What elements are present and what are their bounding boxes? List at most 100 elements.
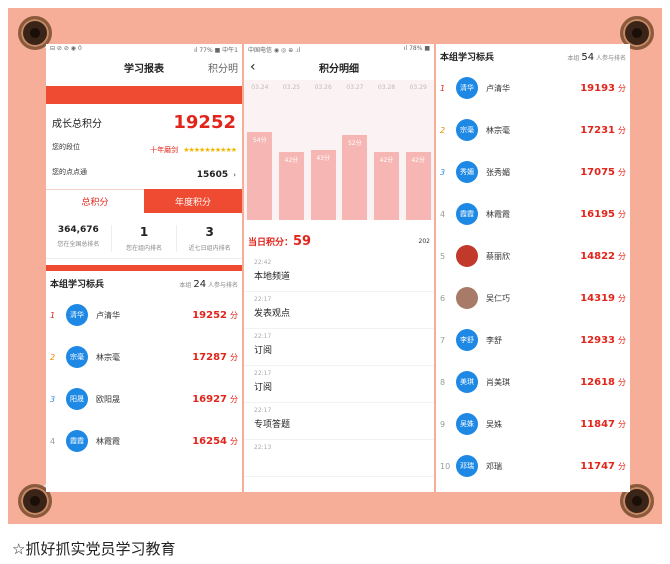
page-title: 积分明细: [319, 63, 359, 75]
member-score: 12933: [580, 334, 615, 346]
log-desc: 订阅: [254, 383, 273, 393]
avatar: [456, 287, 478, 309]
member-name: 蔡丽欣: [486, 251, 510, 261]
rank-number: 7: [440, 335, 446, 345]
log-time: 22:13: [254, 444, 272, 451]
avatar: 邓瑞: [456, 455, 478, 477]
rank-number: 4: [440, 209, 446, 219]
member-score: 17287: [192, 351, 227, 363]
log-item: 22:17 专项答题: [244, 403, 434, 440]
score-unit: 分: [618, 293, 626, 303]
rank-row[interactable]: 4 霞霞 林霞霞 16254 分: [46, 420, 242, 462]
score-unit: 分: [618, 209, 626, 219]
growth-value: 19252: [173, 112, 236, 133]
member-score: 16195: [580, 208, 615, 220]
rank-row[interactable]: 6 吴仁巧 14319 分: [436, 277, 630, 319]
rank-number: 5: [440, 251, 446, 261]
bar-value-label: 43分: [316, 155, 330, 163]
avatar: 霞霞: [66, 430, 88, 452]
rank-row[interactable]: 2 宗毫 林宗毫 17287 分: [46, 336, 242, 378]
tab-year-score[interactable]: 年度积分: [144, 189, 242, 213]
back-arrow-icon[interactable]: ‹: [250, 59, 256, 75]
score-unit: 分: [618, 377, 626, 387]
member-name: 卢清华: [486, 83, 510, 93]
rank-row[interactable]: 7 李舒 李舒 12933 分: [436, 319, 630, 361]
tab-points-detail[interactable]: 积分明: [208, 60, 238, 75]
rank-number: 10: [440, 461, 451, 471]
growth-label: 成长总积分: [52, 119, 102, 130]
section-meta: 本组 54 人参与排名: [567, 52, 626, 63]
rank-row[interactable]: 1 清华 卢清华 19252 分: [46, 294, 242, 336]
member-name: 吴仁巧: [486, 293, 510, 303]
avatar: 秀媚: [456, 161, 478, 183]
date-axis: 03.24 03.25 03.26 03.27 03.28 03.29: [244, 84, 434, 91]
page-title: 学习报表: [124, 63, 164, 75]
section-title: 本组学习标兵: [50, 280, 105, 290]
member-score: 14319: [580, 292, 615, 304]
log-desc: 本地频道: [254, 272, 291, 282]
growth-row: 成长总积分 19252: [46, 112, 242, 133]
rank-row[interactable]: 5 蔡丽欣 14822 分: [436, 235, 630, 277]
avatar: 霞霞: [456, 203, 478, 225]
score-unit: 分: [618, 167, 626, 177]
ranking-stats: 364,676 您在全国总排名 1 您在组内排名 3 近七日组内排名: [46, 225, 242, 259]
study-report-screenshot: ⊟ ⊘ ⊘ ◉ 0 ıl 77% ■ 中午1 学习报表 积分明 成长总积分 19…: [46, 44, 242, 492]
daily-points-chart: 03.24 03.25 03.26 03.27 03.28 03.29 54分 42分 43分…: [244, 80, 434, 220]
member-name: 邓瑞: [486, 461, 502, 471]
score-unit: 分: [618, 251, 626, 261]
rank-number: 8: [440, 377, 446, 387]
log-time: 22:17: [254, 296, 272, 303]
member-name: 李舒: [486, 335, 502, 345]
date-tick: 03.28: [377, 84, 396, 91]
section-header: 本组学习标兵 本组 54 人参与排名: [436, 44, 630, 67]
year-label: 202: [418, 238, 430, 245]
points-row[interactable]: 您的点点通 15605 ›: [46, 162, 242, 181]
level-row: 您的段位 十年磨剑 ★★★★★★★★★★: [46, 137, 242, 156]
member-name: 肖美琪: [486, 377, 510, 387]
rank-row[interactable]: 3 秀媚 张秀媚 17075 分: [436, 151, 630, 193]
points-log-list: 22:42 本地频道 22:17 发表观点 22:17 订阅 22:17 订阅 22:17 专项答…: [244, 255, 434, 477]
log-item: 22:42 本地频道: [244, 255, 434, 292]
rank-row[interactable]: 4 霞霞 林霞霞 16195 分: [436, 193, 630, 235]
date-tick: 03.25: [282, 84, 301, 91]
avatar: 宗毫: [456, 119, 478, 141]
stat-label: 您在组内排名: [126, 245, 163, 252]
nav-bar: ‹ 积分明细: [244, 54, 434, 80]
stat-value: 364,676: [57, 225, 99, 235]
log-time: 22:42: [254, 259, 272, 266]
member-name: 张秀媚: [486, 167, 510, 177]
tab-total-score[interactable]: 总积分: [46, 189, 144, 213]
stat-group-rank: 1 您在组内排名: [112, 225, 178, 252]
rank-row[interactable]: 9 吴姝 吴姝 11847 分: [436, 403, 630, 445]
member-score: 19252: [192, 309, 227, 321]
rank-number: 2: [50, 352, 56, 362]
rank-row[interactable]: 2 宗毫 林宗毫 17231 分: [436, 109, 630, 151]
score-unit: 分: [230, 394, 238, 404]
log-desc: 订阅: [254, 346, 273, 356]
level-label: 您的段位: [52, 142, 80, 151]
score-tabs: 总积分 年度积分: [46, 189, 242, 213]
points-detail-screenshot: 中国电信 ◉ ◎ ⊕ .ıl ıl 78% ■ ‹ 积分明细 03.24 03.2…: [244, 44, 434, 492]
status-left: ⊟ ⊘ ⊘ ◉ 0: [50, 45, 82, 52]
rank-number: 3: [440, 167, 446, 177]
stat-label: 近七日组内排名: [188, 245, 231, 252]
group-ranking-screenshot: 本组学习标兵 本组 54 人参与排名 1 清华 卢清华 19193 分 2 宗毫 林宗毫 172…: [436, 44, 630, 492]
header-banner: [46, 86, 242, 104]
log-time: 22:17: [254, 370, 272, 377]
rank-row[interactable]: 10 邓瑞 邓瑞 11747 分: [436, 445, 630, 487]
rank-row[interactable]: 3 阳晟 欧阳晟 16927 分: [46, 378, 242, 420]
log-time: 22:17: [254, 407, 272, 414]
date-tick: 03.29: [409, 84, 427, 91]
member-score: 16927: [192, 393, 227, 405]
rank-list: 1 清华 卢清华 19193 分 2 宗毫 林宗毫 17231 分 3 秀媚 张秀媚 17075 分 4 霞霞林…: [436, 67, 630, 487]
rank-row[interactable]: 1 清华 卢清华 19193 分: [436, 67, 630, 109]
stat-national-rank: 364,676 您在全国总排名: [46, 225, 112, 252]
stat-value: 1: [139, 225, 149, 239]
log-item: 22:13: [244, 440, 434, 477]
rank-number: 1: [50, 310, 56, 320]
rank-row[interactable]: 8 美琪 肖美琪 12618 分: [436, 361, 630, 403]
chart-bar[interactable]: [342, 135, 368, 220]
member-name: 林宗毫: [96, 352, 120, 362]
chart-bar[interactable]: [247, 132, 273, 220]
score-unit: 分: [230, 352, 238, 362]
